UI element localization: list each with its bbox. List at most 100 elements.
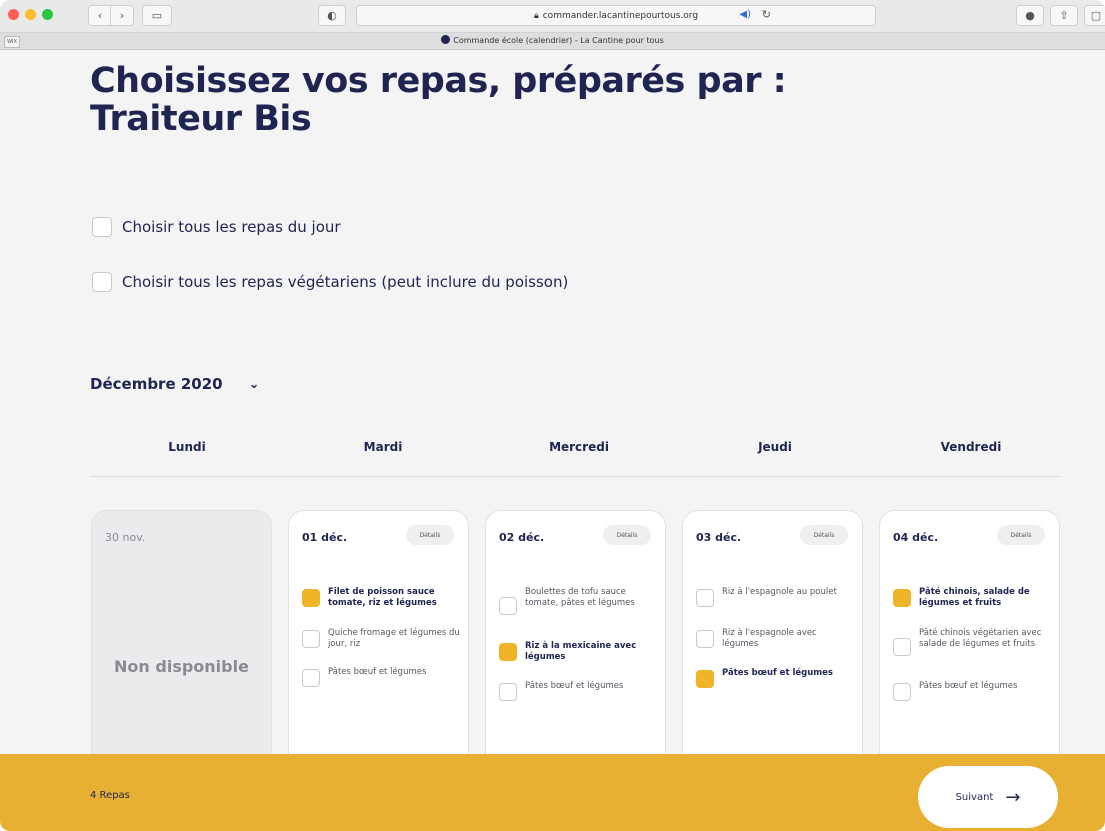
meal-label: Riz à l'espagnole avec légumes (722, 628, 817, 649)
meal-option[interactable]: Quiche fromage et légumes du jour, riz (302, 628, 460, 650)
meal-checkbox-checked[interactable] (499, 643, 517, 661)
meal-option[interactable]: Riz à la mexicaine avec légumes (499, 641, 657, 663)
meal-label: Pâtes bœuf et légumes (919, 681, 1018, 691)
day-card: 02 déc. Détails Boulettes de tofu sauce … (485, 510, 666, 780)
meal-count: 4 Repas (90, 790, 130, 801)
day-card: 03 déc. Détails Riz à l'espagnole au pou… (682, 510, 863, 780)
meal-checkbox[interactable] (696, 589, 714, 607)
meal-label: Pâtes bœuf et légumes (328, 667, 427, 677)
meal-label: Filet de poisson sauce tomate, riz et lé… (328, 587, 437, 608)
day-card: 01 déc. Détails Filet de poisson sauce t… (288, 510, 469, 780)
meal-checkbox[interactable] (499, 683, 517, 701)
tab-title-text: Commande école (calendrier) - La Cantine… (453, 36, 664, 45)
site-favicon-icon (441, 35, 451, 44)
day-card: 04 déc. Détails Pâté chinois, salade de … (879, 510, 1060, 780)
page-title: Choisissez vos repas, préparés par : Tra… (90, 61, 787, 139)
meal-label: Pâtes bœuf et légumes (722, 668, 833, 678)
meal-label: Riz à l'espagnole au poulet (722, 587, 837, 597)
meal-checkbox[interactable] (696, 630, 714, 648)
meal-option[interactable]: Pâtes bœuf et légumes (302, 667, 460, 687)
month-label: Décembre 2020 (90, 375, 223, 393)
meal-option[interactable]: Pâtes bœuf et légumes (499, 681, 657, 701)
meal-checkbox-checked[interactable] (302, 589, 320, 607)
meal-label: Riz à la mexicaine avec légumes (525, 641, 637, 662)
day-card-unavailable: 30 nov. Non disponible (91, 510, 272, 780)
browser-toolbar: ‹ › ▭ ◐ 🔒︎ commander.lacantinepourtous.o… (0, 0, 1105, 33)
download-button[interactable]: ● (1016, 5, 1044, 26)
active-tab[interactable]: Commande école (calendrier) - La Cantine… (0, 35, 1105, 45)
day-date: 03 déc. (696, 531, 742, 544)
meal-option[interactable]: Pâté chinois végétarien avec salade de l… (893, 628, 1051, 656)
weekday-thursday: Jeudi (758, 440, 792, 454)
day-date: 01 déc. (302, 531, 348, 544)
select-all-day-checkbox[interactable] (92, 217, 112, 237)
day-date: 30 nov. (105, 531, 146, 544)
meal-label: Boulettes de tofu sauce tomate, pâtes et… (525, 587, 635, 608)
meal-option[interactable]: Pâtes bœuf et légumes (696, 668, 854, 688)
close-window-button[interactable] (8, 9, 19, 20)
select-vegetarian-label: Choisir tous les repas végétariens (peut… (122, 273, 569, 291)
meal-option[interactable]: Boulettes de tofu sauce tomate, pâtes et… (499, 587, 657, 615)
meal-option[interactable]: Filet de poisson sauce tomate, riz et lé… (302, 587, 460, 609)
sidebar-toggle-button[interactable]: ▭ (142, 5, 172, 26)
arrow-right-icon: → (1005, 786, 1021, 808)
lock-icon: 🔒︎ (533, 10, 539, 21)
unavailable-label: Non disponible (114, 657, 249, 676)
meal-checkbox[interactable] (302, 669, 320, 687)
meal-label: Quiche fromage et légumes du jour, riz (328, 628, 460, 649)
day-date: 02 déc. (499, 531, 545, 544)
back-button[interactable]: ‹ (88, 5, 112, 26)
privacy-shield-button[interactable]: ◐ (318, 5, 346, 26)
details-button[interactable]: Détails (997, 525, 1045, 545)
meal-checkbox[interactable] (893, 683, 911, 701)
meal-label: Pâté chinois, salade de légumes et fruit… (919, 587, 1030, 608)
select-vegetarian-option[interactable]: Choisir tous les repas végétariens (peut… (92, 272, 568, 292)
meal-option[interactable]: Pâtes bœuf et légumes (893, 681, 1051, 701)
select-all-day-label: Choisir tous les repas du jour (122, 218, 341, 236)
details-button[interactable]: Détails (406, 525, 454, 545)
order-footer-bar: 4 Repas Suivant → (0, 754, 1105, 831)
meal-checkbox[interactable] (302, 630, 320, 648)
zoom-window-button[interactable] (42, 9, 53, 20)
tabs-icon: ▢ (1090, 9, 1102, 22)
meal-label: Pâtes bœuf et légumes (525, 681, 624, 691)
chevron-left-icon: ‹ (97, 9, 103, 22)
next-button[interactable]: Suivant → (918, 766, 1058, 828)
weekday-wednesday: Mercredi (549, 440, 609, 454)
address-bar[interactable]: 🔒︎ commander.lacantinepourtous.org ◀) ↻ (356, 5, 876, 26)
reload-icon[interactable]: ↻ (762, 8, 771, 21)
weekday-tuesday: Mardi (363, 440, 403, 454)
details-button[interactable]: Détails (800, 525, 848, 545)
day-date: 04 déc. (893, 531, 939, 544)
weekday-monday: Lundi (168, 440, 206, 454)
tabs-overview-button[interactable]: ▢ (1084, 5, 1105, 26)
select-all-day-option[interactable]: Choisir tous les repas du jour (92, 217, 341, 237)
download-icon: ● (1025, 9, 1035, 22)
next-button-label: Suivant (955, 791, 994, 803)
minimize-window-button[interactable] (25, 9, 36, 20)
chevron-right-icon: › (119, 9, 125, 22)
shield-icon: ◐ (327, 9, 337, 22)
sidebar-icon: ▭ (151, 9, 163, 22)
month-selector[interactable]: Décembre 2020 ⌄ (90, 375, 260, 393)
meal-label: Pâté chinois végétarien avec salade de l… (919, 628, 1042, 649)
share-icon: ⇧ (1059, 9, 1069, 22)
meal-checkbox[interactable] (499, 597, 517, 615)
meal-checkbox-checked[interactable] (893, 589, 911, 607)
meal-option[interactable]: Riz à l'espagnole avec légumes (696, 628, 854, 650)
meal-option[interactable]: Riz à l'espagnole au poulet (696, 587, 854, 607)
weekday-header: Lundi Mardi Mercredi Jeudi Vendredi (90, 440, 1060, 477)
weekday-friday: Vendredi (940, 440, 1002, 454)
share-button[interactable]: ⇧ (1050, 5, 1078, 26)
page-content: Choisissez vos repas, préparés par : Tra… (0, 50, 1105, 831)
chevron-down-icon[interactable]: ⌄ (249, 377, 260, 392)
meal-checkbox[interactable] (893, 638, 911, 656)
meal-checkbox-checked[interactable] (696, 670, 714, 688)
details-button[interactable]: Détails (603, 525, 651, 545)
tab-bar: WIX Commande école (calendrier) - La Can… (0, 33, 1105, 50)
meal-option[interactable]: Pâté chinois, salade de légumes et fruit… (893, 587, 1051, 609)
url-text: commander.lacantinepourtous.org (542, 10, 699, 21)
forward-button[interactable]: › (110, 5, 134, 26)
speaker-icon[interactable]: ◀) (739, 9, 751, 20)
select-vegetarian-checkbox[interactable] (92, 272, 112, 292)
